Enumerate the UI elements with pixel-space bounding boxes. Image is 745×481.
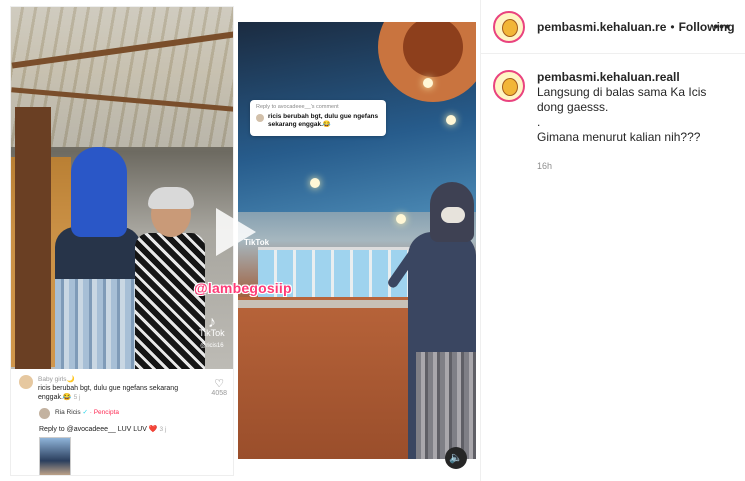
reply-text: Reply to @avocadeee__ LUV LUV ❤️ 3 j (39, 426, 167, 433)
header-separator: • (670, 19, 675, 34)
woman-mask (441, 207, 465, 223)
ceiling-light (446, 115, 456, 125)
replier-info: Ria Ricis ✓ · Pencipta (55, 408, 119, 416)
play-icon[interactable] (216, 208, 256, 256)
ceiling-light (310, 178, 320, 188)
ceiling-light (396, 214, 406, 224)
replier-avatar (39, 408, 50, 419)
profile-avatar[interactable] (493, 10, 525, 43)
tiktok-logo-text-center: TikTok (244, 238, 270, 247)
sound-toggle-button[interactable]: 🔈 (445, 447, 467, 469)
replier-username: Ria Ricis (55, 409, 81, 416)
person-boy-helmet (148, 187, 194, 209)
verified-badge-icon: ✓ (82, 409, 88, 416)
reply-video-thumbnail (39, 437, 71, 475)
heart-outline-icon: ♡ (214, 378, 225, 390)
comment-text: ricis berubah bgt, dulu gue ngefans seka… (38, 385, 179, 401)
more-options-icon[interactable]: ••• (713, 18, 731, 34)
caption-line-3: Gimana menurut kalian nih??? (537, 130, 701, 144)
reply-card-text: ricis berubah bgt, dulu gue ngefans seka… (268, 113, 379, 128)
post-media[interactable]: ♪ TikTok @ricis16 Baby girls🌙 ricis beru… (0, 0, 480, 481)
person-girl-skirt (55, 279, 145, 369)
ceiling-light (423, 78, 433, 88)
caption-line-1: Langsung di balas sama Ka Icis dong gaes… (537, 85, 707, 114)
tiktok-comment-section: Baby girls🌙 ricis berubah bgt, dulu gue … (11, 369, 233, 475)
heart-emoji-icon: ❤️ (148, 426, 158, 433)
tiktok-logo-text: TikTok (199, 328, 225, 338)
tiktok-handle: @ricis16 (200, 343, 224, 349)
post-timestamp[interactable]: 16h (537, 159, 733, 174)
caption-line-2: . (537, 115, 541, 129)
person-girl-hijab (71, 147, 127, 237)
tiktok-screenshot-left: ♪ TikTok @ricis16 Baby girls🌙 ricis beru… (10, 6, 234, 476)
comment-like-count: 4058 (211, 390, 227, 397)
caption-username[interactable]: pembasmi.kehaluan.reall (537, 70, 680, 84)
comment-row: Baby girls🌙 ricis berubah bgt, dulu gue … (19, 375, 227, 402)
speaker-icon: 🔈 (449, 452, 463, 464)
pillar (15, 107, 51, 369)
reply-comment-card: Reply to avocadeee__'s comment ricis ber… (250, 100, 386, 136)
comment-like: ♡ 4058 (211, 377, 227, 397)
reply-card-header: Reply to avocadeee__'s comment (256, 104, 339, 110)
video-still: ♪ TikTok @ricis16 (11, 7, 233, 369)
caption-row: pembasmi.kehaluan.reall Langsung di bala… (481, 54, 745, 174)
person-boy-body (135, 233, 205, 369)
comment-time: 5 j (73, 394, 81, 401)
commenter-username: Baby girls🌙 (38, 376, 75, 383)
post-header: pembasmi.kehaluan.re • Following ••• (481, 0, 745, 54)
reply-card-avatar (256, 114, 264, 122)
post-sidebar: pembasmi.kehaluan.re • Following ••• pem… (480, 0, 745, 481)
header-username[interactable]: pembasmi.kehaluan.re (537, 20, 666, 34)
tiktok-note-icon: ♪ (207, 314, 216, 331)
caption-avatar[interactable] (493, 70, 525, 102)
woman-skirt (416, 352, 476, 459)
account-watermark: @lambegosiip (194, 280, 292, 296)
caption-body: pembasmi.kehaluan.reall Langsung di bala… (537, 70, 733, 174)
reply-time: 3 j (159, 426, 167, 433)
creator-label: · Pencipta (89, 409, 120, 416)
reply-row: Ria Ricis ✓ · Pencipta Reply to @avocade… (39, 408, 227, 433)
tiktok-watermark: ♪ TikTok @ricis16 (199, 314, 225, 352)
tiktok-screenshot-right: Reply to avocadeee__'s comment ricis ber… (238, 22, 476, 459)
commenter-avatar (19, 375, 33, 389)
